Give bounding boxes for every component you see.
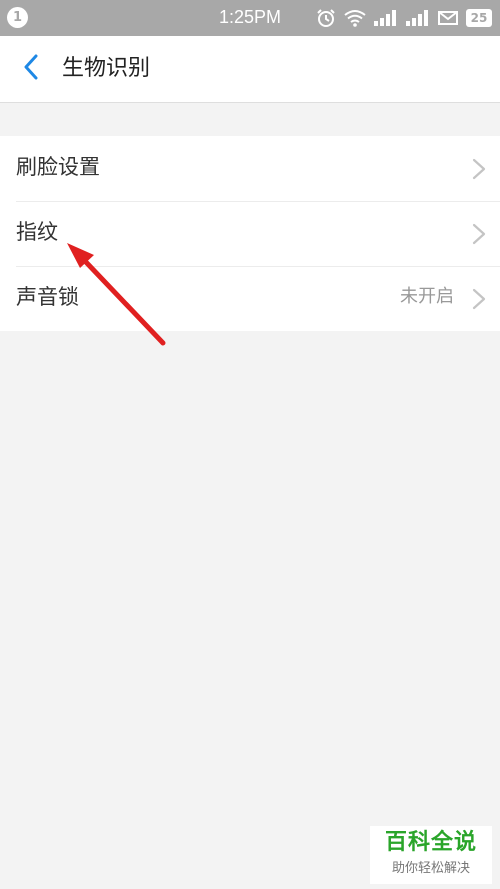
alarm-icon xyxy=(316,8,336,28)
status-icons: 25 xyxy=(316,7,492,29)
wifi-icon xyxy=(344,9,366,27)
list-item-fingerprint[interactable]: 指纹 xyxy=(0,201,500,266)
chevron-right-icon xyxy=(472,223,486,245)
watermark-title: 百科全说 xyxy=(384,830,477,855)
watermark-logo: 百科全说 助你轻松解决 xyxy=(370,826,492,884)
chevron-right-icon xyxy=(472,288,486,310)
list-item-label: 声音锁 xyxy=(16,285,79,309)
list-item-face-settings[interactable]: 刷脸设置 xyxy=(0,136,500,201)
app-header: 生物识别 xyxy=(0,36,500,103)
settings-list: 刷脸设置 指纹 声音锁 未开启 xyxy=(0,136,500,331)
list-item-status: 未开启 xyxy=(400,286,454,307)
page-title: 生物识别 xyxy=(62,56,151,81)
list-item-label: 刷脸设置 xyxy=(16,155,100,179)
chevron-right-icon xyxy=(472,158,486,180)
list-item-label: 指纹 xyxy=(16,220,58,244)
status-bar: 1 1:25PM 25 xyxy=(0,0,500,36)
list-item-voice-lock[interactable]: 声音锁 未开启 xyxy=(0,266,500,331)
watermark-subtitle: 助你轻松解决 xyxy=(391,861,470,876)
signal-icon xyxy=(374,10,398,26)
mail-icon xyxy=(438,10,458,26)
chevron-left-icon xyxy=(23,54,39,84)
annotation-arrow xyxy=(67,243,166,346)
back-button[interactable] xyxy=(14,52,48,86)
battery-icon: 25 xyxy=(466,9,492,27)
signal-icon xyxy=(406,10,430,26)
